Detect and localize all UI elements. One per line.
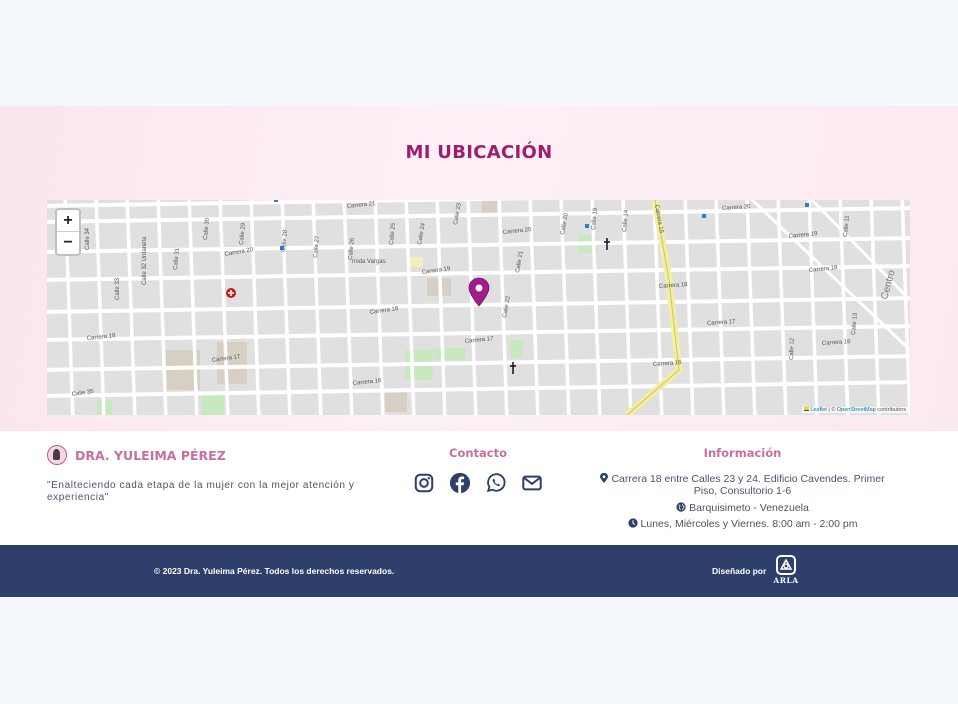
envelope-icon[interactable]	[521, 472, 545, 496]
leaflet-link[interactable]: Leaflet	[810, 407, 827, 413]
address-text: Carrera 18 entre Calles 23 y 24. Edifici…	[611, 473, 885, 497]
city-text: Barquisimeto - Venezuela	[689, 502, 809, 514]
copyright-text: © 2023 Dra. Yuleima Pérez. Todos los der…	[154, 566, 395, 576]
location-title: MI UBICACIÓN	[405, 142, 553, 163]
attribution-sep: | ©	[826, 407, 837, 413]
map-area	[434, 348, 466, 360]
map-area	[510, 340, 523, 358]
instagram-icon[interactable]	[413, 472, 437, 496]
designer-logo-text: ARLA	[773, 576, 799, 585]
zoom-control: + −	[55, 208, 81, 256]
street-label: rnida Vargas	[352, 259, 386, 265]
bus-stop-icon	[805, 203, 809, 207]
map-area	[217, 342, 247, 384]
hours-line: Lunes, Miércoles y Viernes. 8:00 am - 2:…	[617, 518, 868, 530]
social-links	[413, 472, 545, 496]
map-area	[202, 395, 224, 415]
bottom-bar	[0, 545, 958, 597]
clock-icon	[627, 518, 638, 528]
address-line: Carrera 18 entre Calles 23 y 24. Edifici…	[595, 472, 890, 497]
info-title: Información	[703, 446, 782, 460]
osm-link[interactable]: OpenStreetMap	[837, 407, 876, 413]
street-label: Calle 32 Urdaneta	[142, 236, 148, 285]
street-label: Calle 33	[115, 277, 121, 300]
location-marker-dot	[475, 284, 483, 292]
flag-icon	[804, 407, 810, 411]
zoom-in-button[interactable]: +	[57, 210, 79, 232]
designed-by-label: Diseñado por	[712, 566, 767, 576]
designer-logo[interactable]: ARLA	[772, 555, 800, 585]
globe-icon	[676, 502, 686, 512]
arla-logo-icon	[776, 555, 796, 575]
map-attribution: Leaflet | © OpenStreetMap contributors	[802, 407, 908, 413]
attribution-tail: contributors	[875, 407, 906, 413]
map-area	[385, 390, 407, 412]
facebook-icon[interactable]	[449, 472, 473, 496]
brand-name: DRA. YULEIMA PÉREZ	[75, 447, 226, 463]
bus-stop-icon	[274, 200, 278, 202]
bus-stop-icon	[702, 214, 706, 218]
map[interactable]: Carrera 21 Carrera 20 Carrera 20 Carrera 20…	[47, 200, 910, 415]
bus-stop-icon	[585, 224, 589, 228]
map-tiles[interactable]: Carrera 21Carrera 20Carrera 20Carrera 20…	[47, 200, 910, 415]
zoom-out-button[interactable]: −	[57, 232, 79, 254]
city-line: Barquisimeto - Venezuela	[640, 502, 845, 514]
street-label: Calle 12	[789, 337, 796, 360]
map-marker-icon	[600, 472, 609, 483]
whatsapp-icon[interactable]	[485, 472, 509, 496]
hours-text: Lunes, Miércoles y Viernes. 8:00 am - 2:…	[640, 518, 858, 530]
street-label: Calle 34	[85, 227, 91, 250]
brand-quote: "Enalteciendo cada etapa de la mujer con…	[47, 480, 355, 503]
doctor-avatar-icon	[47, 445, 67, 465]
contact-title: Contacto	[449, 446, 507, 460]
footer-brand: DRA. YULEIMA PÉREZ	[47, 445, 226, 465]
